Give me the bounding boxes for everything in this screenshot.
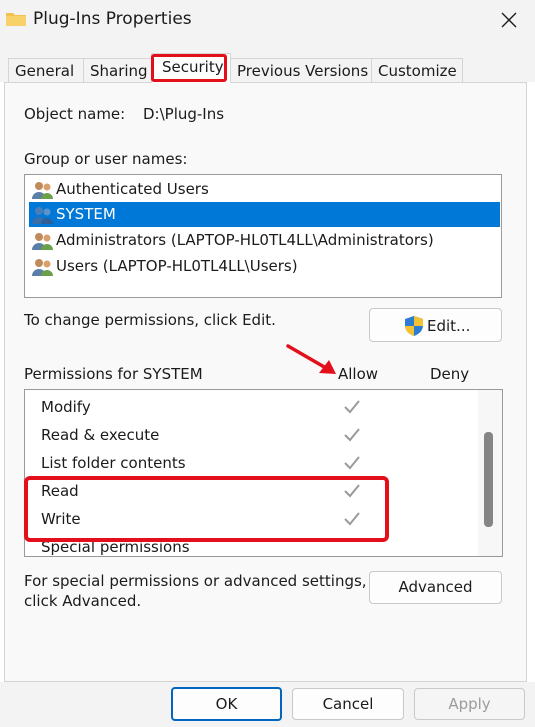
read-write-highlight: [24, 476, 389, 542]
advanced-hint-line1: For special permissions or advanced sett…: [24, 572, 367, 590]
tab-previous-versions[interactable]: Previous Versions: [230, 58, 372, 82]
user-label: Authenticated Users: [56, 180, 209, 198]
user-row-authenticated-users[interactable]: Authenticated Users: [29, 177, 500, 202]
users-group-icon: [32, 182, 53, 199]
user-row-users[interactable]: Users (LAPTOP-HL0TL4LL\Users): [29, 254, 500, 279]
user-label: SYSTEM: [56, 205, 116, 223]
permission-row-modify: Modify: [25, 394, 475, 422]
close-button[interactable]: [488, 4, 532, 38]
permission-row-list-folder-contents: List folder contents: [25, 450, 475, 478]
users-group-icon: [32, 207, 53, 224]
annotation-arrow: [286, 344, 336, 374]
cancel-button[interactable]: Cancel: [292, 688, 404, 720]
permission-name: Modify: [41, 398, 91, 416]
folder-icon: [6, 13, 26, 26]
allow-check-icon: [344, 456, 360, 470]
user-row-administrators[interactable]: Administrators (LAPTOP-HL0TL4LL\Administ…: [29, 228, 500, 253]
user-label: Users (LAPTOP-HL0TL4LL\Users): [56, 257, 298, 275]
object-name-label: Object name:: [24, 105, 126, 123]
edit-button[interactable]: Edit...: [369, 308, 502, 342]
users-group-icon: [32, 233, 53, 250]
allow-check-icon: [344, 428, 360, 442]
user-row-system[interactable]: SYSTEM: [29, 202, 500, 227]
permissions-label: Permissions for SYSTEM: [24, 365, 203, 383]
advanced-button[interactable]: Advanced: [369, 571, 502, 604]
edit-hint: To change permissions, click Edit.: [24, 311, 276, 329]
tab-general[interactable]: General: [8, 58, 84, 82]
permission-name: Read & execute: [41, 426, 160, 444]
tab-sharing[interactable]: Sharing: [83, 58, 153, 82]
permission-name: List folder contents: [41, 454, 186, 472]
allow-check-icon: [344, 400, 360, 414]
user-label: Administrators (LAPTOP-HL0TL4LL\Administ…: [56, 231, 434, 249]
security-tab-highlight: [151, 54, 227, 82]
scrollbar-thumb[interactable]: [484, 432, 493, 527]
window-title: Plug-Ins Properties: [33, 9, 192, 29]
edit-button-label: Edit...: [427, 317, 471, 335]
tab-customize[interactable]: Customize: [371, 58, 463, 82]
users-group-icon: [32, 259, 53, 276]
apply-button[interactable]: Apply: [414, 688, 525, 720]
deny-column-label: Deny: [430, 365, 470, 383]
advanced-hint-line2: click Advanced.: [24, 592, 142, 610]
close-icon: [501, 12, 517, 28]
permission-row-read-execute: Read & execute: [25, 422, 475, 450]
ok-button[interactable]: OK: [171, 687, 282, 721]
user-list[interactable]: Authenticated Users SYSTEM Administrator…: [24, 174, 502, 298]
object-name-value: D:\Plug-Ins: [143, 105, 225, 123]
uac-shield-icon: [405, 316, 423, 336]
allow-column-label: Allow: [338, 365, 379, 383]
group-user-names-label: Group or user names:: [24, 150, 188, 168]
